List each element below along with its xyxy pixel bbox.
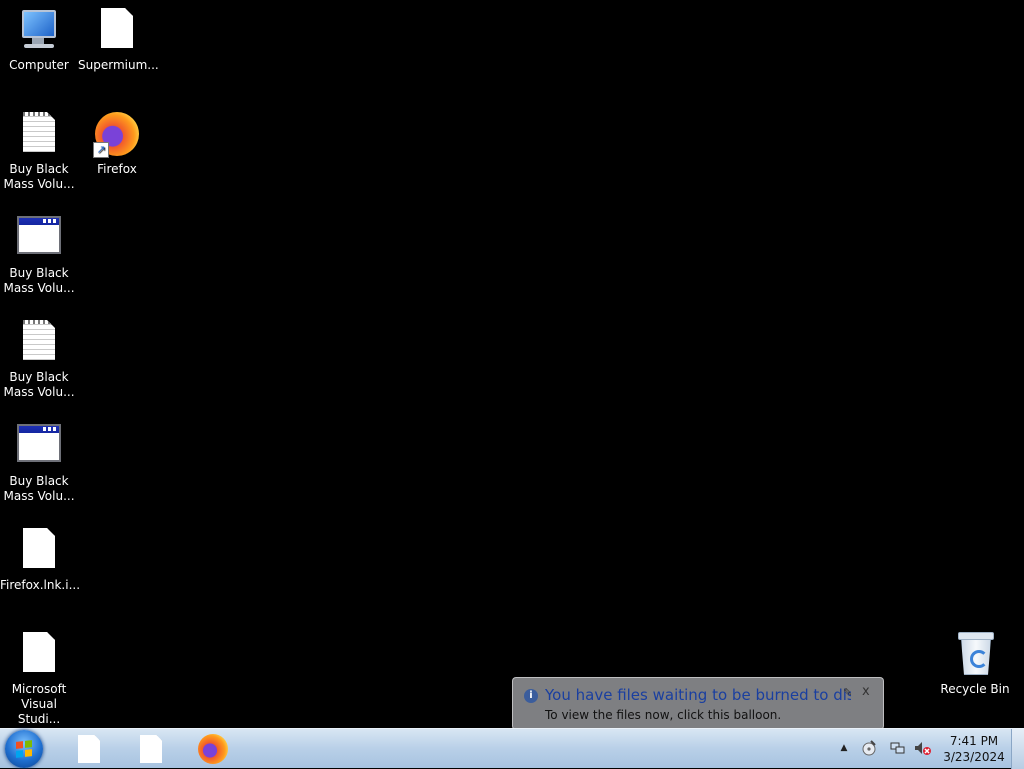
desktop-icon-label: Buy Black Mass Volu... [3,370,75,399]
system-clock[interactable]: 7:41 PM 3/23/2024 [938,733,1010,765]
recycle-bin-icon [951,632,999,680]
start-button[interactable] [5,730,43,768]
desktop-icon-label: Recycle Bin [940,682,1010,696]
blank-document-icon [15,528,63,576]
desktop-icon-supermium[interactable]: Supermium... [78,0,159,73]
taskbar-pinned-firefox[interactable] [186,731,240,767]
desktop-icon-label: Computer [9,58,69,72]
balloon-title: You have files waiting to be burned to d… [545,686,851,704]
windows-logo-icon [16,740,32,758]
desktop-icon-recycle-bin[interactable]: Recycle Bin [936,624,1014,697]
burn-notification-balloon[interactable]: i You have files waiting to be burned to… [512,677,884,740]
desktop-icon-buy-black-mass-3[interactable]: Buy Black Mass Volu... [0,312,78,400]
desktop-icon-computer[interactable]: Computer [0,0,78,73]
computer-icon [15,8,63,56]
balloon-close-button[interactable]: x [862,684,870,699]
desktop-icon-buy-black-mass-2[interactable]: Buy Black Mass Volu... [0,208,78,296]
balloon-options-icon[interactable]: ✎ [843,686,852,699]
text-document-icon [15,320,63,368]
firefox-shortcut-icon: ↗ [93,112,141,160]
desktop-icon-label: Buy Black Mass Volu... [3,266,75,295]
blank-document-icon [15,632,63,680]
clock-time: 7:41 PM [949,734,999,748]
blank-document-icon [93,8,141,56]
desktop-icon-buy-black-mass-4[interactable]: Buy Black Mass Volu... [0,416,78,504]
info-icon: i [524,689,538,703]
clock-date: 3/23/2024 [943,750,1005,764]
desktop-icon-firefox-lnk[interactable]: Firefox.lnk.i... [0,520,81,593]
desktop-icon-microsoft-visual-studio[interactable]: Microsoft Visual Studi... [0,624,78,727]
show-hidden-icons-button[interactable]: ▲ [836,740,852,756]
desktop-icon-buy-black-mass-1[interactable]: Buy Black Mass Volu... [0,104,78,192]
blank-document-icon [140,735,162,763]
volume-muted-tray-icon[interactable] [914,740,931,756]
desktop-icon-label: Supermium... [78,58,159,72]
taskbar-pinned-document-2[interactable] [124,731,178,767]
desktop-icon-label: Buy Black Mass Volu... [3,474,75,503]
desktop: Computer Buy Black Mass Volu... Buy Blac… [0,0,1024,740]
taskbar: ▲ 7:41 PM 3/23/2024 [0,728,1024,769]
show-desktop-button[interactable] [1011,729,1024,769]
taskbar-pinned-document-1[interactable] [62,731,116,767]
network-tray-icon[interactable] [890,740,906,756]
balloon-message: To view the files now, click this balloo… [545,708,782,722]
desktop-icon-label: Firefox.lnk.i... [0,578,81,592]
desktop-icon-label: Firefox [97,162,137,176]
desktop-icon-firefox[interactable]: ↗ Firefox [78,104,156,177]
shortcut-arrow-icon: ↗ [93,142,109,158]
application-window-icon [15,216,63,264]
text-document-icon [15,112,63,160]
desktop-icon-label: Buy Black Mass Volu... [3,162,75,191]
blank-document-icon [78,735,100,763]
desktop-icon-label: Microsoft Visual Studi... [11,682,67,726]
disc-burn-tray-icon[interactable] [861,740,877,756]
application-window-icon [15,424,63,472]
firefox-icon [198,734,228,764]
